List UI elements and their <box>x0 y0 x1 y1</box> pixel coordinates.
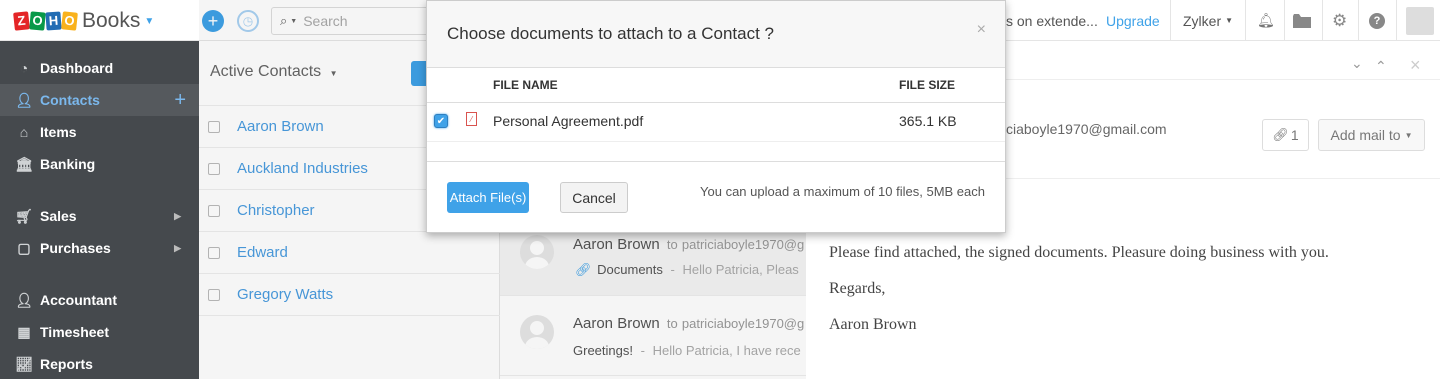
gear-icon[interactable]: ⚙ <box>1332 0 1347 41</box>
chevron-down-icon: ▼ <box>144 15 155 27</box>
column-header-file-name: FILE NAME <box>493 78 558 92</box>
mail-body-line: Regards, <box>829 280 886 297</box>
help-icon[interactable]: ? <box>1369 0 1385 41</box>
mail-sender: Aaron Brown <box>573 236 660 253</box>
sidebar-item-contacts[interactable]: 👤︎ Contacts + <box>0 84 199 116</box>
attach-files-button[interactable]: Attach File(s) <box>447 182 529 213</box>
search-placeholder: Search <box>303 13 348 29</box>
chevron-up-icon[interactable]: ⌃ <box>1375 58 1387 75</box>
close-icon[interactable]: × <box>977 21 986 39</box>
zoho-logo: Z O H O <box>13 11 78 31</box>
attachments-button[interactable]: 🔗︎ 1 <box>1262 119 1309 151</box>
mail-subject: Documents <box>597 262 663 277</box>
modal-header: Choose documents to attach to a Contact … <box>427 1 1005 68</box>
plus-icon[interactable]: + <box>202 10 224 32</box>
contact-name[interactable]: Christopher <box>237 202 315 219</box>
chevron-down-icon[interactable]: ⌄ <box>1351 55 1363 72</box>
bag-icon: ▢ <box>17 239 31 256</box>
mail-preview: Hello Patricia, I have rece <box>652 343 801 358</box>
chevron-right-icon: ▶ <box>174 210 181 221</box>
attach-documents-modal: Choose documents to attach to a Contact … <box>426 0 1006 233</box>
sidebar-item-reports[interactable]: 📈︎ Reports <box>0 348 199 380</box>
mail-sender: Aaron Brown <box>573 315 660 332</box>
chevron-right-icon: ▶ <box>174 242 181 253</box>
row-checkbox[interactable] <box>208 162 220 175</box>
sidebar-item-accountant[interactable]: 👤︎ Accountant <box>0 284 199 316</box>
contact-name[interactable]: Aaron Brown <box>237 118 324 135</box>
folder-icon[interactable] <box>1293 0 1311 41</box>
table-row[interactable]: Gregory Watts <box>199 274 500 316</box>
bank-icon: 🏛︎ <box>15 155 33 172</box>
contact-name[interactable]: Gregory Watts <box>237 286 333 303</box>
contact-name[interactable]: Edward <box>237 244 288 261</box>
add-mail-to-dropdown[interactable]: Add mail to ▼ <box>1318 119 1425 151</box>
mail-preview: Hello Patricia, Pleas <box>682 262 799 277</box>
history-icon[interactable]: ◷ <box>237 10 259 32</box>
mail-recipient: patriciaboyle1970@g <box>681 237 805 252</box>
sidebar: ◔ Dashboard 👤︎ Contacts + ⌂ Items 🏛︎ Ban… <box>0 41 199 379</box>
cancel-button[interactable]: Cancel <box>560 182 628 213</box>
mail-to-email: ciaboyle1970@gmail.com <box>1006 121 1167 137</box>
row-checkbox[interactable] <box>208 288 220 301</box>
notice-text[interactable]: s on extende... <box>1006 0 1098 41</box>
cart-icon: 🛒︎ <box>15 207 33 224</box>
sidebar-item-banking[interactable]: 🏛︎ Banking <box>0 148 199 180</box>
basket-icon: ⌂ <box>19 124 29 140</box>
mail-subject: Greetings! <box>573 343 633 358</box>
sidebar-item-items[interactable]: ⌂ Items <box>0 116 199 148</box>
row-checkbox[interactable] <box>208 120 220 133</box>
avatar <box>520 315 554 349</box>
org-switcher[interactable]: Zylker ▼ <box>1183 0 1233 41</box>
paperclip-icon: 🔗︎ <box>1272 127 1289 142</box>
upgrade-link[interactable]: Upgrade <box>1106 0 1160 41</box>
chevron-down-icon: ▼ <box>329 69 338 78</box>
file-checkbox[interactable]: ✔ <box>434 114 448 128</box>
list-item[interactable]: Aaron Brown to patriciaboyle1970@g Greet… <box>500 297 806 376</box>
calendar-icon: ▦ <box>17 323 31 340</box>
sidebar-item-sales[interactable]: 🛒︎ Sales ▶ <box>0 200 199 232</box>
chevron-down-icon: ▼ <box>1225 16 1234 25</box>
accountant-icon: 👤︎ <box>15 291 33 308</box>
org-name: Zylker <box>1183 12 1222 29</box>
row-checkbox[interactable] <box>208 204 220 217</box>
modal-title: Choose documents to attach to a Contact … <box>447 24 774 43</box>
add-contact-icon[interactable]: + <box>174 89 186 112</box>
search-icon: ⌕ <box>280 13 288 28</box>
row-checkbox[interactable] <box>208 246 220 259</box>
column-header-file-size: FILE SIZE <box>899 78 956 92</box>
chevron-down-icon: ▼ <box>290 17 298 25</box>
table-row[interactable]: Edward <box>199 232 500 274</box>
contact-filter-dropdown[interactable]: Active Contacts ▼ <box>210 63 338 81</box>
table-row[interactable]: ✔ ⁄ Personal Agreement.pdf 365.1 KB <box>427 102 1005 142</box>
upload-limit-note: You can upload a maximum of 10 files, 5M… <box>700 184 985 199</box>
dashboard-icon: ◔ <box>19 60 29 76</box>
sidebar-item-purchases[interactable]: ▢ Purchases ▶ <box>0 232 199 264</box>
chevron-down-icon: ▼ <box>1404 130 1413 140</box>
app-name: Books <box>82 9 141 32</box>
paperclip-icon: 🔗︎ <box>575 262 592 277</box>
file-name: Personal Agreement.pdf <box>493 113 644 129</box>
user-avatar[interactable] <box>1406 0 1434 41</box>
pdf-icon: ⁄ <box>466 112 477 126</box>
contact-name[interactable]: Auckland Industries <box>237 160 368 177</box>
close-icon[interactable]: × <box>1410 55 1421 76</box>
avatar <box>520 235 554 269</box>
app-logo[interactable]: Z O H O Books ▼ <box>13 9 155 33</box>
mail-body-line: Aaron Brown <box>829 316 917 333</box>
sidebar-item-dashboard[interactable]: ◔ Dashboard <box>0 52 199 84</box>
user-icon: 👤︎ <box>15 91 33 108</box>
file-size: 365.1 KB <box>899 113 957 129</box>
chart-icon: 📈︎ <box>15 355 33 372</box>
mail-recipient: patriciaboyle1970@g <box>681 316 805 331</box>
search-input[interactable]: ⌕ ▼ Search <box>271 7 431 35</box>
mail-body-line: Please find attached, the signed documen… <box>829 244 1329 261</box>
sidebar-item-timesheet[interactable]: ▦ Timesheet <box>0 316 199 348</box>
bell-icon[interactable]: 🔔︎ <box>1257 0 1275 41</box>
